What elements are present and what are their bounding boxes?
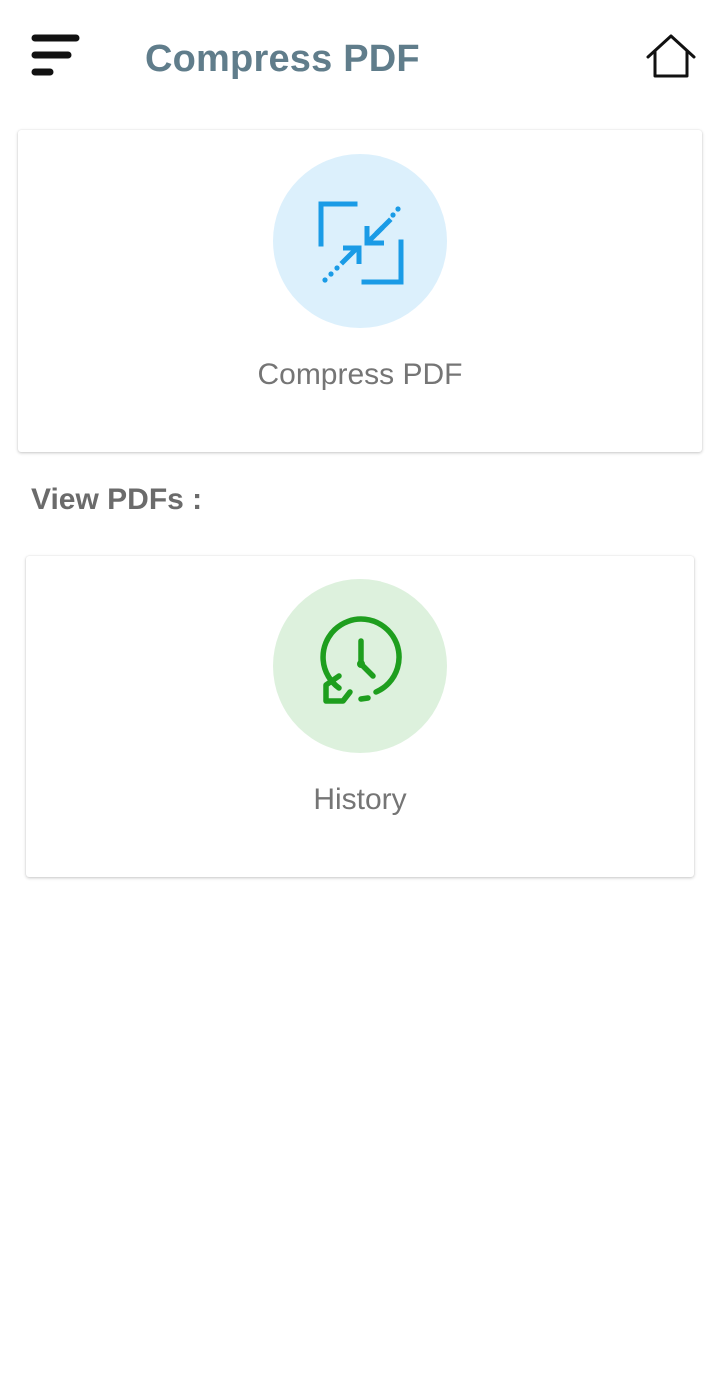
- home-button[interactable]: [643, 30, 699, 84]
- compress-pdf-label: Compress PDF: [257, 358, 463, 391]
- view-pdfs-heading: View PDFs :: [31, 483, 203, 516]
- compress-pdf-card[interactable]: Compress PDF: [18, 130, 702, 452]
- history-label: History: [313, 783, 407, 816]
- page-title: Compress PDF: [145, 38, 420, 80]
- menu-icon: [28, 30, 84, 82]
- home-icon: [643, 34, 699, 88]
- history-icon-circle: [273, 579, 447, 753]
- app-header: Compress PDF: [0, 0, 719, 116]
- menu-button[interactable]: [28, 30, 84, 82]
- history-card[interactable]: History: [26, 556, 694, 877]
- compress-icon-circle: [273, 154, 447, 328]
- app-screen: Compress PDF Compress PDF View PDFs: Hi…: [0, 0, 719, 1386]
